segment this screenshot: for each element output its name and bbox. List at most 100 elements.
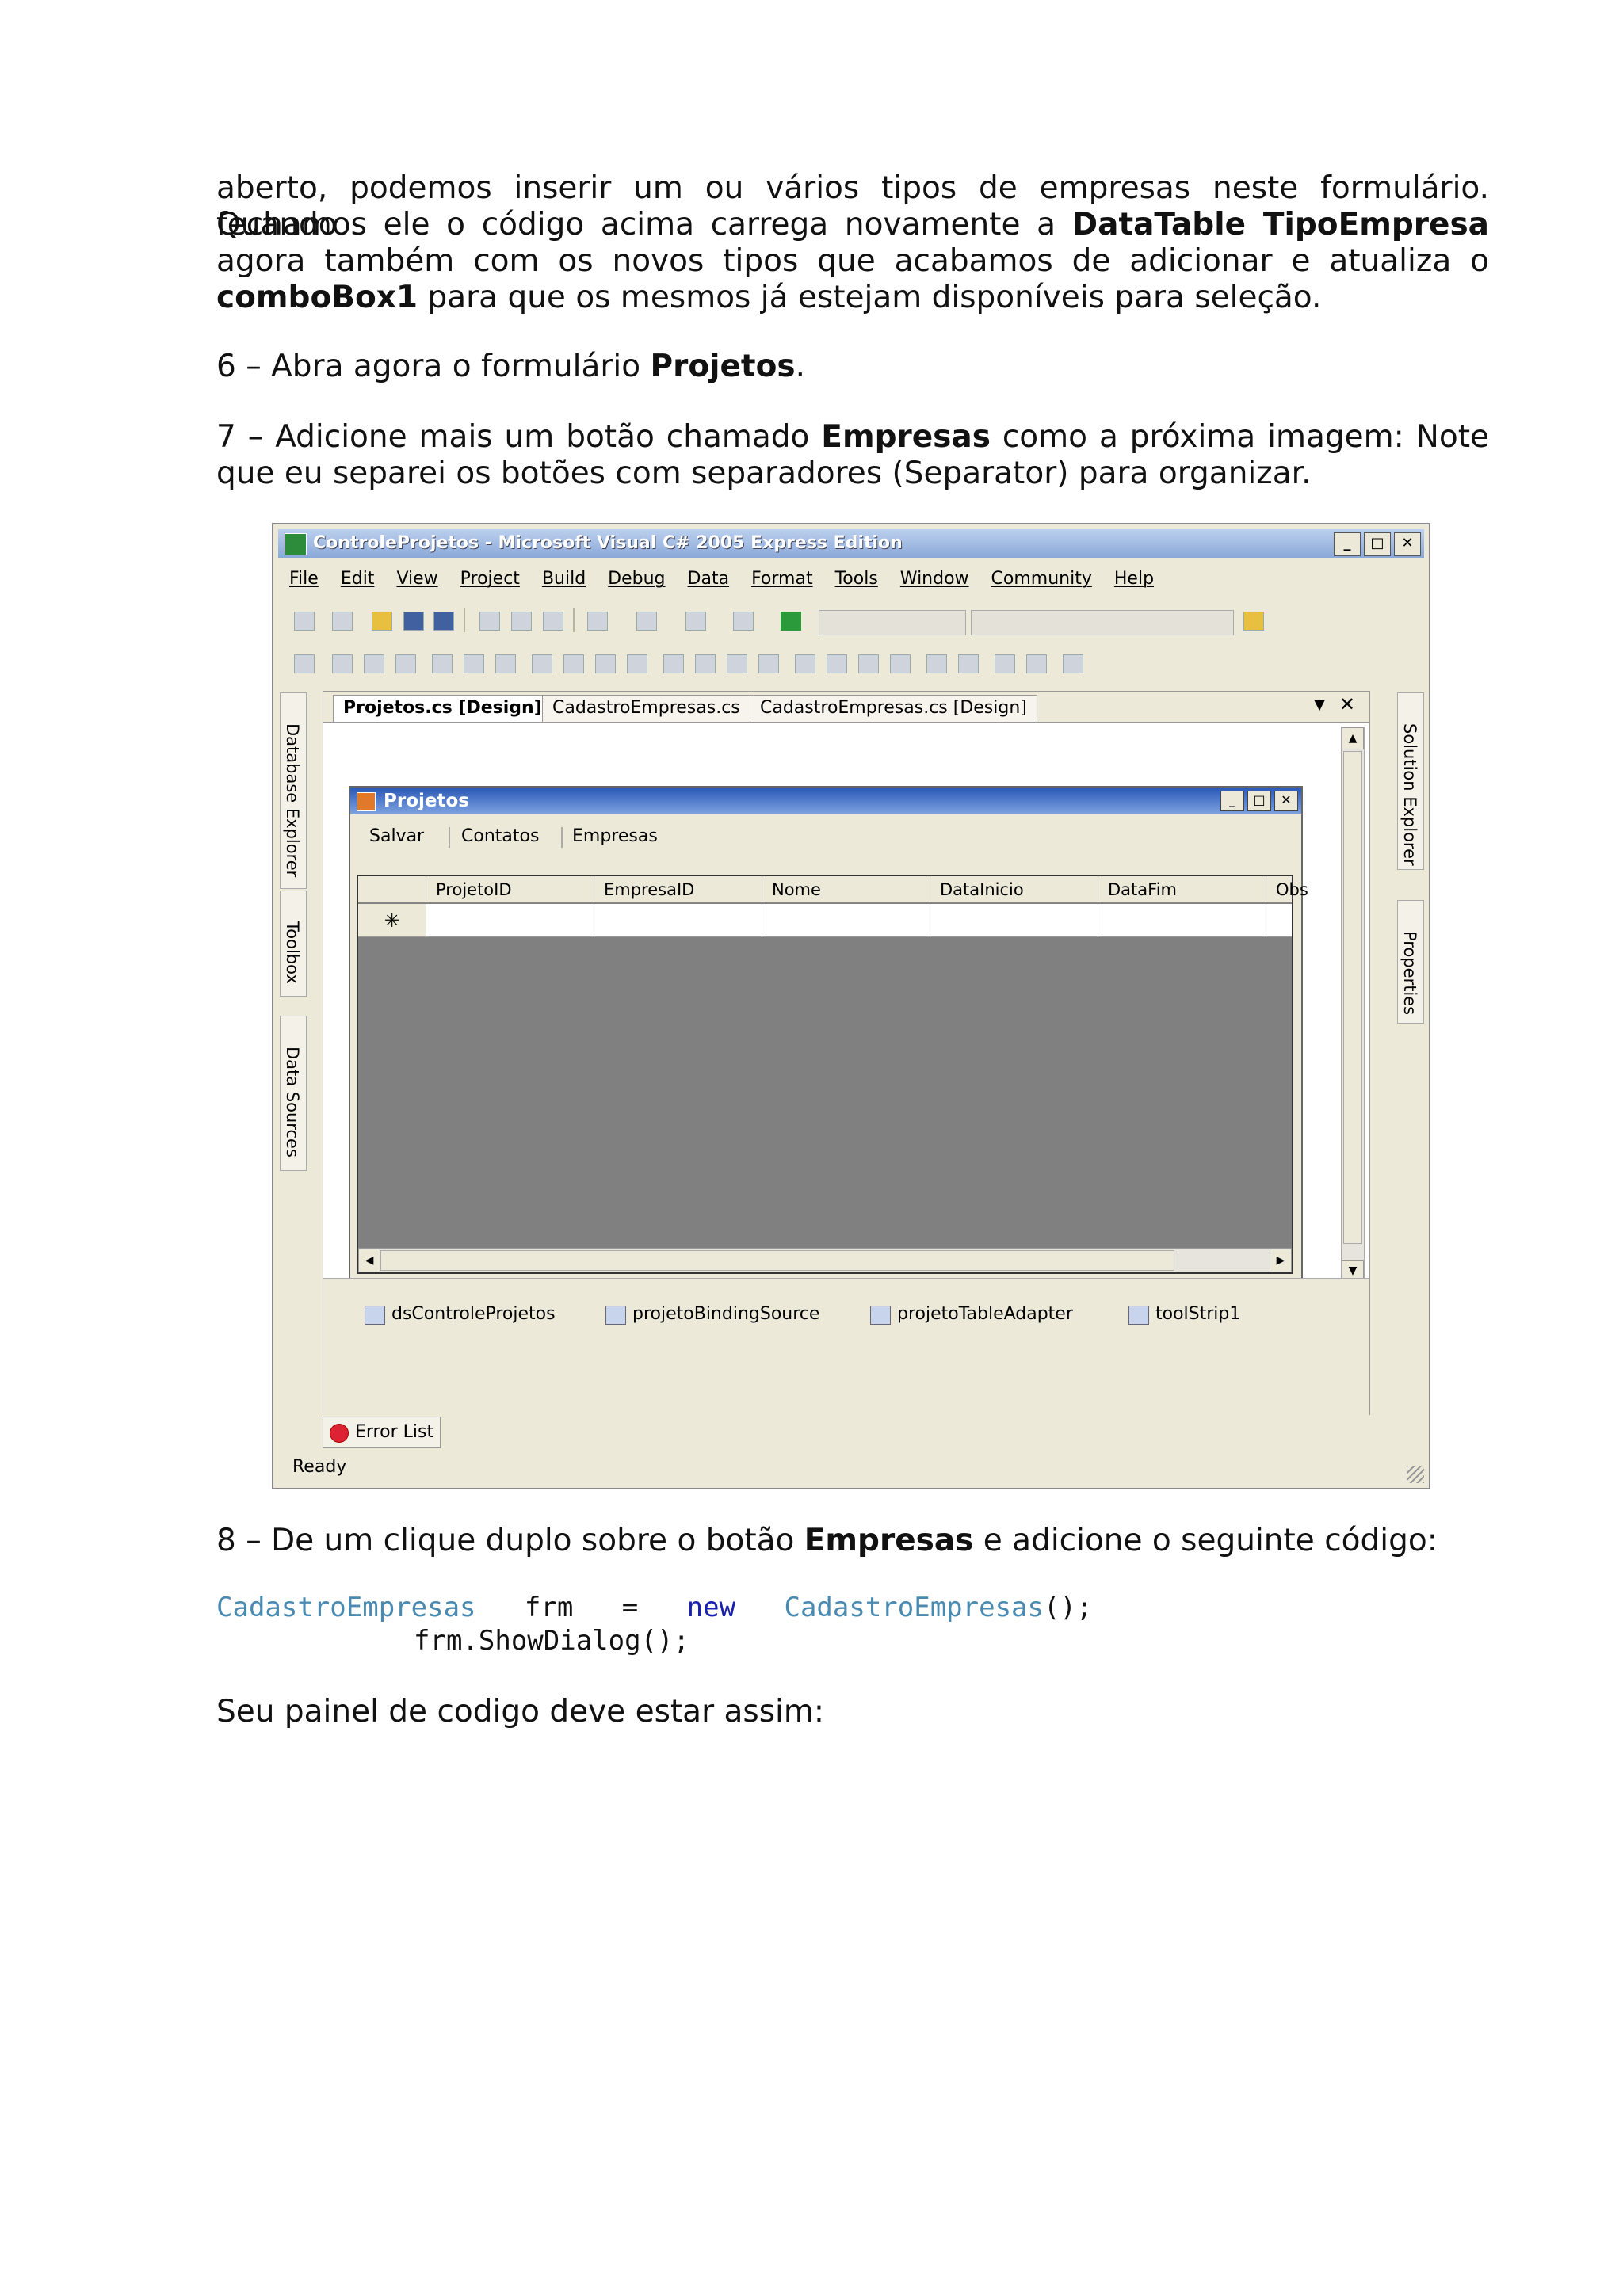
make-same-height-icon[interactable] bbox=[563, 654, 584, 673]
make-same-size-icon[interactable] bbox=[595, 654, 616, 673]
new-project-icon[interactable] bbox=[294, 612, 315, 631]
h-spacing-remove-icon[interactable] bbox=[758, 654, 779, 673]
scroll-up-icon[interactable]: ▲ bbox=[1342, 727, 1364, 749]
salvar-button[interactable]: Salvar bbox=[369, 821, 424, 852]
grid-cell[interactable] bbox=[594, 904, 762, 937]
start-debug-icon[interactable] bbox=[781, 612, 801, 631]
menu-community[interactable]: Community bbox=[991, 566, 1092, 593]
scroll-thumb[interactable] bbox=[380, 1250, 1174, 1271]
align-centers-icon[interactable] bbox=[364, 654, 384, 673]
toolbox-tab[interactable]: Toolbox bbox=[280, 891, 307, 997]
undo-icon[interactable] bbox=[587, 612, 608, 631]
align-lefts-icon[interactable] bbox=[332, 654, 353, 673]
grid-cell[interactable] bbox=[1266, 904, 1292, 937]
close-document-icon[interactable]: ✕ bbox=[1339, 693, 1355, 715]
v-spacing-decrease-icon[interactable] bbox=[858, 654, 879, 673]
open-icon[interactable] bbox=[372, 612, 392, 631]
redo-icon[interactable] bbox=[636, 612, 657, 631]
align-to-grid-icon[interactable] bbox=[294, 654, 315, 673]
component-bindingsource[interactable]: projetoBindingSource bbox=[605, 1302, 819, 1326]
window-icon[interactable] bbox=[733, 612, 754, 631]
component-tableadapter[interactable]: projetoTableAdapter bbox=[870, 1302, 1073, 1326]
database-explorer-tab[interactable]: Database Explorer bbox=[280, 692, 307, 889]
navigate-icon[interactable] bbox=[685, 612, 706, 631]
grid-cell[interactable] bbox=[1098, 904, 1266, 937]
column-header[interactable]: DataInicio bbox=[930, 876, 1098, 903]
data-grid[interactable]: ProjetoID EmpresaID Nome DataInicio Data… bbox=[357, 875, 1308, 1274]
tab-order-icon[interactable] bbox=[1063, 654, 1083, 673]
align-tops-icon[interactable] bbox=[432, 654, 453, 673]
grid-cell[interactable] bbox=[930, 904, 1098, 937]
menu-format[interactable]: Format bbox=[751, 566, 813, 593]
menu-project[interactable]: Project bbox=[460, 566, 520, 593]
find-in-files-icon[interactable] bbox=[1243, 612, 1264, 631]
column-header[interactable]: EmpresaID bbox=[594, 876, 762, 903]
menu-view[interactable]: View bbox=[396, 566, 437, 593]
grid-cell[interactable] bbox=[426, 904, 594, 937]
error-list-tab[interactable]: Error List bbox=[323, 1417, 441, 1448]
form-minimize-icon[interactable]: _ bbox=[1220, 791, 1244, 811]
scroll-thumb[interactable] bbox=[1343, 751, 1362, 1244]
h-spacing-equal-icon[interactable] bbox=[663, 654, 684, 673]
menu-window[interactable]: Window bbox=[900, 566, 969, 593]
tab-dropdown-icon[interactable]: ▼ bbox=[1314, 696, 1325, 713]
paste-icon[interactable] bbox=[543, 612, 563, 631]
align-middles-icon[interactable] bbox=[464, 654, 484, 673]
v-spacing-equal-icon[interactable] bbox=[795, 654, 815, 673]
horizontal-scrollbar[interactable]: ◀ ▶ bbox=[358, 1248, 1292, 1272]
center-horizontally-icon[interactable] bbox=[926, 654, 947, 673]
align-bottoms-icon[interactable] bbox=[495, 654, 516, 673]
form-close-icon[interactable]: ✕ bbox=[1274, 791, 1298, 811]
copy-icon[interactable] bbox=[511, 612, 532, 631]
bring-to-front-icon[interactable] bbox=[995, 654, 1015, 673]
cut-icon[interactable] bbox=[479, 612, 500, 631]
send-to-back-icon[interactable] bbox=[1026, 654, 1047, 673]
solution-explorer-tab[interactable]: Solution Explorer bbox=[1397, 692, 1424, 870]
add-item-icon[interactable] bbox=[332, 612, 353, 631]
h-spacing-decrease-icon[interactable] bbox=[727, 654, 747, 673]
align-rights-icon[interactable] bbox=[395, 654, 416, 673]
resize-grip-icon[interactable] bbox=[1407, 1466, 1424, 1483]
scroll-right-icon[interactable]: ▶ bbox=[1270, 1249, 1292, 1272]
save-all-icon[interactable] bbox=[433, 612, 454, 631]
properties-tab[interactable]: Properties bbox=[1397, 900, 1424, 1024]
form-projetos[interactable]: Projetos _ □ ✕ Salvar Contatos Empresas bbox=[349, 786, 1308, 1287]
new-row[interactable]: ✳ bbox=[358, 904, 1292, 937]
paragraph-line: agora também com os novos tipos que acab… bbox=[216, 243, 1489, 279]
column-header[interactable]: ProjetoID bbox=[426, 876, 594, 903]
empresas-button[interactable]: Empresas bbox=[572, 821, 658, 852]
menu-file[interactable]: File bbox=[289, 566, 319, 593]
menu-help[interactable]: Help bbox=[1114, 566, 1154, 593]
v-spacing-increase-icon[interactable] bbox=[827, 654, 847, 673]
menu-build[interactable]: Build bbox=[542, 566, 586, 593]
column-header[interactable]: DataFim bbox=[1098, 876, 1266, 903]
make-same-width-icon[interactable] bbox=[532, 654, 552, 673]
column-header[interactable]: Nome bbox=[762, 876, 930, 903]
form-maximize-icon[interactable]: □ bbox=[1247, 791, 1271, 811]
h-spacing-increase-icon[interactable] bbox=[695, 654, 716, 673]
v-spacing-remove-icon[interactable] bbox=[890, 654, 911, 673]
menu-data[interactable]: Data bbox=[688, 566, 730, 593]
maximize-icon[interactable]: □ bbox=[1364, 532, 1391, 556]
find-combo[interactable] bbox=[971, 610, 1234, 635]
save-icon[interactable] bbox=[403, 612, 424, 631]
data-sources-tab[interactable]: Data Sources bbox=[280, 1016, 307, 1171]
menu-debug[interactable]: Debug bbox=[608, 566, 665, 593]
scroll-left-icon[interactable]: ◀ bbox=[358, 1249, 380, 1272]
component-dataset[interactable]: dsControleProjetos bbox=[365, 1302, 556, 1326]
tab-cadastroempresas-code[interactable]: CadastroEmpresas.cs bbox=[542, 695, 750, 722]
contatos-button[interactable]: Contatos bbox=[461, 821, 539, 852]
minimize-icon[interactable]: _ bbox=[1334, 532, 1361, 556]
center-vertically-icon[interactable] bbox=[958, 654, 979, 673]
menu-edit[interactable]: Edit bbox=[341, 566, 375, 593]
tab-projetos-design[interactable]: Projetos.cs [Design] bbox=[333, 695, 552, 722]
component-toolstrip[interactable]: toolStrip1 bbox=[1128, 1302, 1240, 1326]
column-header[interactable]: Obs bbox=[1266, 876, 1308, 903]
close-icon[interactable]: ✕ bbox=[1394, 532, 1421, 556]
vertical-scrollbar[interactable]: ▲ ▼ bbox=[1341, 727, 1365, 1283]
configuration-combo[interactable] bbox=[819, 610, 966, 635]
menu-tools[interactable]: Tools bbox=[835, 566, 878, 593]
grid-cell[interactable] bbox=[762, 904, 930, 937]
tab-cadastroempresas-design[interactable]: CadastroEmpresas.cs [Design] bbox=[750, 695, 1037, 722]
size-to-grid-icon[interactable] bbox=[627, 654, 647, 673]
